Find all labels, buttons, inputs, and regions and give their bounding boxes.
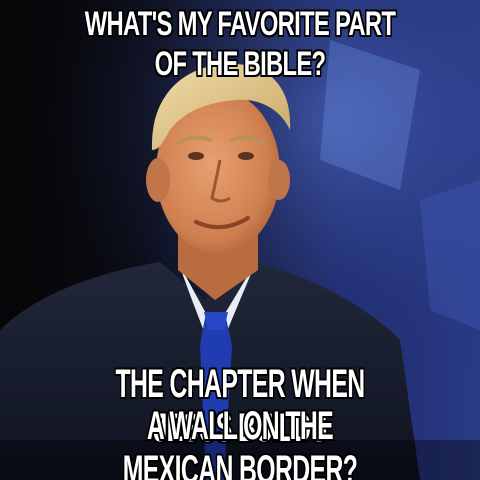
left-eye: [188, 152, 204, 160]
left-ear: [146, 158, 170, 202]
top-caption: WHAT'S MY FAVORITE PART OF THE BIBLE?: [84, 5, 396, 83]
right-eye: [238, 152, 254, 160]
right-ear: [268, 160, 290, 200]
tie-knot: [204, 312, 228, 330]
bottom-caption-line-2: A WALL ON THE MEXICAN BORDER?: [122, 404, 358, 480]
meme-image: WHAT'S MY FAVORITE PART OF THE BIBLE? TH…: [0, 0, 480, 480]
